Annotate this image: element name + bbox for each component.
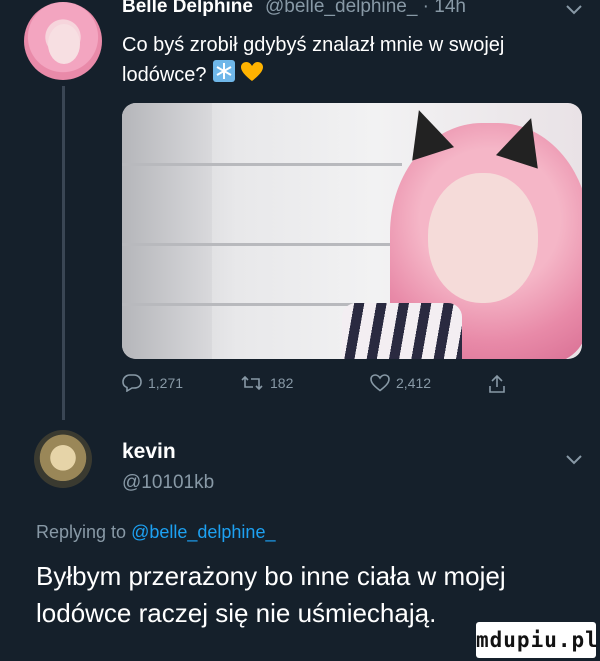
replying-to-mention[interactable]: @belle_delphine_ (131, 522, 275, 542)
reply-icon (122, 374, 142, 392)
retweet-button[interactable]: 182 (240, 374, 293, 392)
share-icon (488, 374, 506, 394)
reply-count: 1,271 (148, 375, 184, 391)
yellow-heart-emoji-icon (240, 61, 263, 91)
belle-avatar[interactable] (24, 2, 102, 80)
retweet-count: 182 (270, 375, 294, 391)
reply-text: Byłbym przerażony bo inne ciała w mojej … (36, 561, 506, 628)
retweet-icon (240, 374, 264, 392)
reply-author-name[interactable]: kevin (122, 440, 176, 464)
watermark: mdupiu.pl (476, 622, 598, 658)
heart-icon (370, 374, 390, 392)
like-count: 2,412 (396, 375, 432, 391)
reply-button[interactable]: 1,271 (122, 374, 183, 392)
kevin-avatar[interactable] (34, 430, 92, 488)
tweet-actions: 1,271 182 2,412 (122, 374, 542, 408)
tweet-author-handle[interactable]: @belle_delphine_ · 14h (265, 0, 466, 18)
share-button[interactable] (488, 374, 506, 394)
tweet-author-name[interactable]: Belle Delphine (122, 0, 253, 18)
replying-to-prefix: Replying to (36, 522, 127, 542)
tweet-text: Co byś zrobił gdybyś znalazł mnie w swoj… (122, 30, 542, 91)
replying-to: Replying to @belle_delphine_ (36, 522, 275, 543)
chevron-down-icon[interactable] (566, 0, 582, 20)
tweet-text-content: Co byś zrobił gdybyś znalazł mnie w swoj… (122, 34, 505, 86)
like-button[interactable]: 2,412 (370, 374, 431, 392)
reply-author-handle[interactable]: @10101kb (122, 472, 214, 494)
snowflake-emoji-icon (212, 60, 235, 91)
thread-line (62, 86, 65, 420)
tweet-photo[interactable] (122, 103, 582, 359)
chevron-down-icon[interactable] (566, 450, 582, 470)
